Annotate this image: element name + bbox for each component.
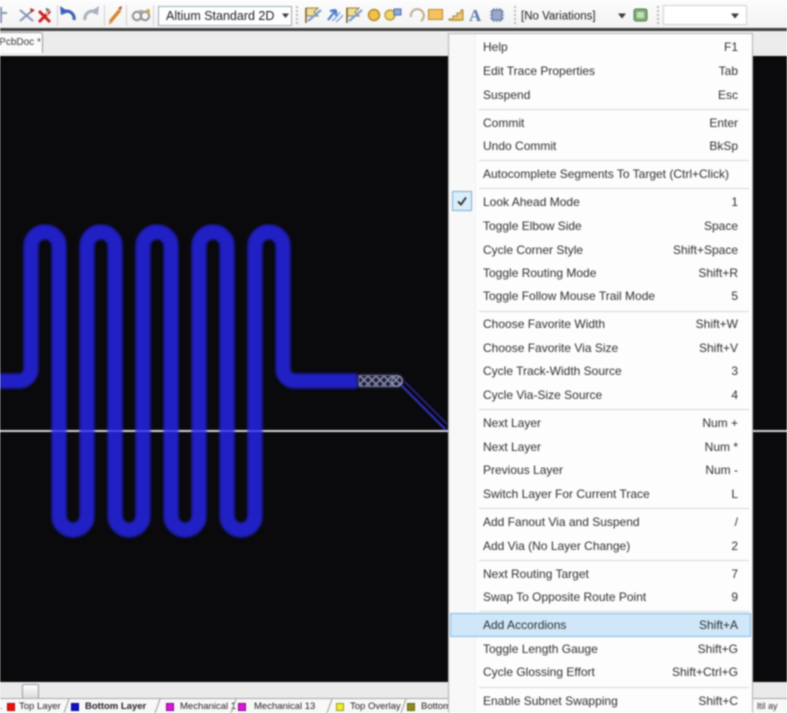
svg-text:[No Variations]: [No Variations] xyxy=(521,11,596,23)
svg-text:A: A xyxy=(469,6,482,25)
svg-text:Altium Standard 2D: Altium Standard 2D xyxy=(166,9,274,23)
